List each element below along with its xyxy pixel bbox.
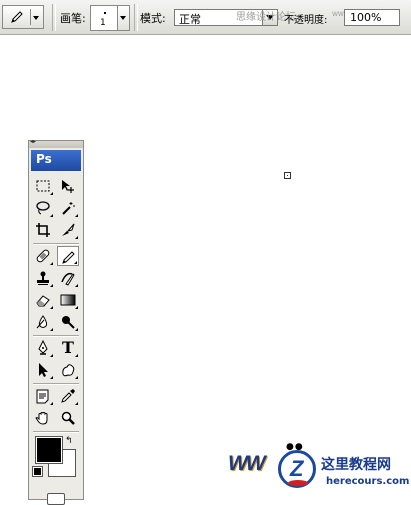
shape-tool[interactable] [57,360,79,380]
logo-z-letter: Z [290,456,304,481]
blur-tool[interactable] [32,312,54,332]
ps-logo[interactable]: Ps [31,150,81,171]
pen-tool[interactable] [32,338,54,358]
custom-shape-icon [62,364,75,377]
stamp-icon [37,271,49,285]
slice-knife-icon [62,223,75,236]
magnifier-icon [61,411,75,425]
move-tool[interactable] [57,176,79,196]
healing-brush-tool[interactable] [32,246,54,266]
chevron-down-icon[interactable] [117,6,129,30]
pen-icon [38,340,48,355]
brush-label: 画笔: [60,12,86,25]
pencil-tool[interactable] [57,246,79,266]
magic-wand-tool[interactable] [57,198,79,218]
swap-colors-icon[interactable]: ↰ [65,436,73,446]
divider [33,335,79,337]
eraser-icon [36,295,50,307]
dodge-icon [62,316,75,329]
slice-tool[interactable] [57,220,79,240]
arrow-pointer-icon [39,363,48,377]
hand-tool[interactable] [32,408,54,428]
tool-preset-picker[interactable] [2,5,44,29]
opacity-value: 100% [350,11,382,24]
divider [33,431,79,433]
path-selection-tool[interactable] [32,360,54,380]
lasso-icon [36,201,50,215]
brush-picker[interactable]: 1 [90,5,130,31]
pencil-icon [9,9,25,28]
magic-wand-icon [62,202,75,215]
drop-icon [36,315,48,329]
opacity-label: 不透明度: [284,15,328,26]
opacity-field[interactable]: 100% [344,9,400,26]
clone-stamp-tool[interactable] [32,268,54,288]
logo-chinese-title: 这里教程网 [321,457,391,473]
logo-url: herecours.com [326,476,410,487]
notes-tool[interactable] [32,386,54,406]
quick-mask-icon[interactable] [47,493,65,505]
logo-ww-text: WW [228,452,266,475]
toolbox-grip[interactable] [29,138,83,148]
foreground-color-swatch[interactable] [35,436,63,464]
marquee-icon [36,180,50,192]
brush-tip-preview [104,12,106,14]
mode-label: 模式: [140,12,166,25]
divider [33,243,79,245]
eraser-tool[interactable] [32,290,54,310]
divider [134,4,138,31]
toolbox-panel: Ps [28,138,84,505]
gradient-icon [60,294,76,306]
brush-cursor-icon [284,172,291,179]
default-colors-icon[interactable] [32,466,43,477]
divider [33,383,79,385]
divider [52,4,56,31]
options-bar: 画笔: 1 模式: 正常 思缘设计论坛 不透明度: WWW.MISSYUAN.C… [0,0,411,35]
eyedropper-icon [61,389,75,403]
chevron-down-icon[interactable] [30,9,41,25]
zoom-tool[interactable] [57,408,79,428]
mode-value: 正常 [179,13,201,26]
dodge-tool[interactable] [57,312,79,332]
text-tool[interactable]: T [57,338,79,358]
note-icon [36,389,49,404]
hand-icon [35,412,48,425]
type-icon: T [62,338,74,357]
move-icon [62,180,74,193]
marquee-tool[interactable] [32,176,54,196]
gradient-tool[interactable] [57,290,79,310]
lasso-tool[interactable] [32,198,54,218]
history-brush-tool[interactable] [57,268,79,288]
crop-icon [36,223,50,237]
crop-tool[interactable] [32,220,54,240]
eyedropper-tool[interactable] [57,386,79,406]
history-brush-icon [61,272,75,286]
watermark-logo: WW ●● Z 这里教程网 herecours.com [226,442,411,494]
logo-red-mark [288,480,308,486]
bandage-icon [36,249,50,263]
brush-size: 1 [100,18,106,28]
